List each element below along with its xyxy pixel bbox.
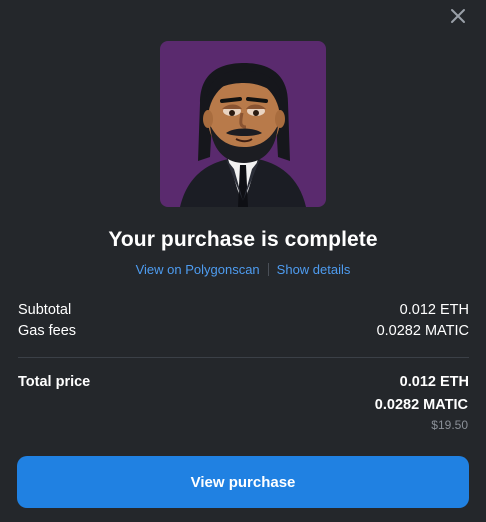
nft-image <box>160 41 326 207</box>
close-icon[interactable] <box>448 6 468 26</box>
total-price-row: Total price 0.012 ETH <box>18 374 469 390</box>
divider <box>18 357 469 358</box>
page-title: Your purchase is complete <box>108 228 378 251</box>
show-details-link[interactable]: Show details <box>277 262 351 277</box>
subtotal-row: Subtotal 0.012 ETH <box>18 302 469 318</box>
total-price-eth: 0.012 ETH <box>399 374 469 390</box>
link-separator <box>267 263 269 276</box>
gas-fees-row: Gas fees 0.0282 MATIC <box>18 323 469 339</box>
total-price-label: Total price <box>18 374 91 390</box>
subtotal-label: Subtotal <box>18 302 72 318</box>
view-purchase-label: View purchase <box>190 473 296 491</box>
transaction-links: View on Polygonscan Show details <box>0 262 486 277</box>
view-on-polygonscan-link[interactable]: View on Polygonscan <box>136 262 260 277</box>
subtotal-value: 0.012 ETH <box>399 302 469 318</box>
total-price-matic: 0.0282 MATIC <box>374 397 468 413</box>
purchase-complete-modal: Your purchase is complete View on Polygo… <box>0 0 486 522</box>
total-price-usd: $19.50 <box>431 418 468 432</box>
gas-fees-value: 0.0282 MATIC <box>376 323 469 339</box>
gas-fees-label: Gas fees <box>18 323 77 339</box>
view-purchase-button[interactable]: View purchase <box>17 456 469 508</box>
